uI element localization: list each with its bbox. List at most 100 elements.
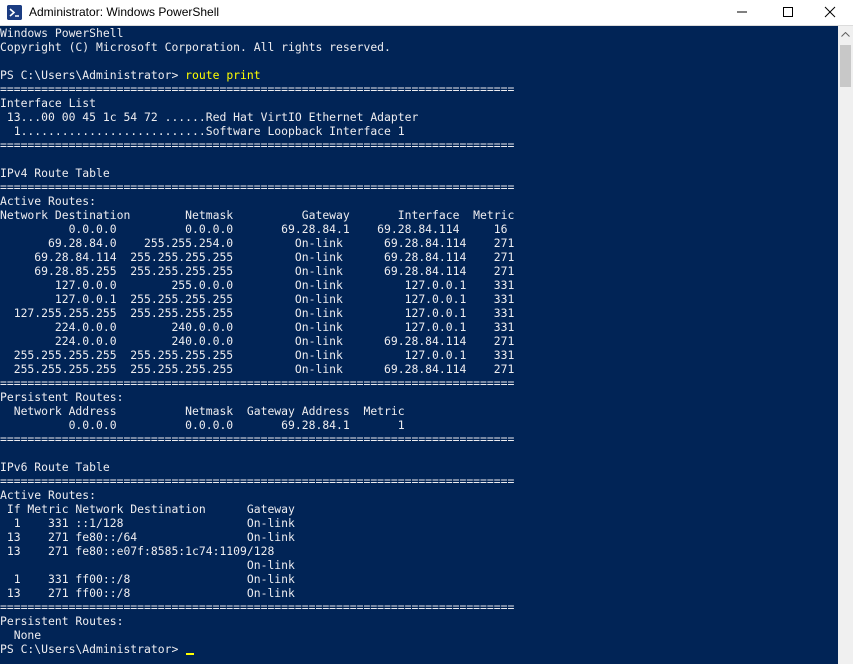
console-line: 13 271 fe80::/64 On-link — [0, 530, 838, 544]
console-text: Network Destination Netmask Gateway Inte… — [0, 208, 515, 222]
console-text: 224.0.0.0 240.0.0.0 On-link 69.28.84.114… — [0, 334, 515, 348]
console-text: Persistent Routes: — [0, 390, 124, 404]
console-text: 255.255.255.255 255.255.255.255 On-link … — [0, 348, 515, 362]
console-line: 13 271 fe80::e07f:8585:1c74:1109/128 — [0, 544, 838, 558]
console-line: None — [0, 628, 838, 642]
console-line: ========================================… — [0, 82, 838, 96]
console-text: If Metric Network Destination Gateway — [0, 502, 295, 516]
console-text: 69.28.84.0 255.255.254.0 On-link 69.28.8… — [0, 236, 515, 250]
console-line: 255.255.255.255 255.255.255.255 On-link … — [0, 348, 838, 362]
console-line: ========================================… — [0, 376, 838, 390]
console-line: Interface List — [0, 96, 838, 110]
console-line: ========================================… — [0, 474, 838, 488]
console-text: 127.0.0.0 255.0.0.0 On-link 127.0.0.1 33… — [0, 278, 515, 292]
command-text: route print — [185, 68, 261, 82]
chevron-up-icon — [841, 32, 850, 37]
console-line: Active Routes: — [0, 488, 838, 502]
console-line: ========================================… — [0, 432, 838, 446]
console-text: 127.0.0.1 255.255.255.255 On-link 127.0.… — [0, 292, 515, 306]
console-line: 13 271 ff00::/8 On-link — [0, 586, 838, 600]
console-text: ========================================… — [0, 376, 515, 390]
powershell-icon — [7, 5, 22, 20]
console-text: ========================================… — [0, 474, 515, 488]
console-text: None — [0, 628, 42, 642]
console-text: 1 331 ff00::/8 On-link — [0, 572, 295, 586]
minimize-icon — [737, 11, 747, 13]
console-text: IPv4 Route Table — [0, 166, 110, 180]
console-text: Active Routes: — [0, 194, 97, 208]
console-line: PS C:\Users\Administrator> — [0, 642, 838, 656]
console-text: IPv6 Route Table — [0, 460, 110, 474]
window-title: Administrator: Windows PowerShell — [29, 5, 220, 19]
console-line: 127.0.0.0 255.0.0.0 On-link 127.0.0.1 33… — [0, 278, 838, 292]
title-bar[interactable]: Administrator: Windows PowerShell — [0, 0, 853, 26]
console-line: IPv4 Route Table — [0, 166, 838, 180]
console-line: Active Routes: — [0, 194, 838, 208]
console-text: Copyright (C) Microsoft Corporation. All… — [0, 40, 391, 54]
console-text: On-link — [0, 558, 295, 572]
console-line: 13...00 00 45 1c 54 72 ......Red Hat Vir… — [0, 110, 838, 124]
maximize-icon — [783, 7, 793, 17]
console-line: Copyright (C) Microsoft Corporation. All… — [0, 40, 838, 54]
console-line: 255.255.255.255 255.255.255.255 On-link … — [0, 362, 838, 376]
console-text: 0.0.0.0 0.0.0.0 69.28.84.1 1 — [0, 418, 405, 432]
console-line: IPv6 Route Table — [0, 460, 838, 474]
console-text: Interface List — [0, 96, 97, 110]
console-line: Persistent Routes: — [0, 614, 838, 628]
console-line: Persistent Routes: — [0, 390, 838, 404]
console-line: 1 331 ff00::/8 On-link — [0, 572, 838, 586]
console-text: 1 331 ::1/128 On-link — [0, 516, 295, 530]
console-text: ========================================… — [0, 138, 515, 152]
console-line: PS C:\Users\Administrator> route print — [0, 68, 838, 82]
console-text: Persistent Routes: — [0, 614, 124, 628]
console-text: ========================================… — [0, 82, 515, 96]
close-button[interactable] — [807, 0, 853, 25]
console-line: 127.255.255.255 255.255.255.255 On-link … — [0, 306, 838, 320]
prompt-text: PS C:\Users\Administrator> — [0, 642, 186, 656]
console-line: 224.0.0.0 240.0.0.0 On-link 69.28.84.114… — [0, 334, 838, 348]
console-text: 0.0.0.0 0.0.0.0 69.28.84.1 69.28.84.114 … — [0, 222, 508, 236]
console-line: On-link — [0, 558, 838, 572]
console-line: Network Destination Netmask Gateway Inte… — [0, 208, 838, 222]
console-text: 13 271 fe80::e07f:8585:1c74:1109/128 — [0, 544, 275, 558]
console-text: 69.28.85.255 255.255.255.255 On-link 69.… — [0, 264, 515, 278]
console-line: Windows PowerShell — [0, 26, 838, 40]
maximize-button[interactable] — [765, 0, 811, 25]
console-line: 69.28.84.114 255.255.255.255 On-link 69.… — [0, 250, 838, 264]
console-line: ========================================… — [0, 600, 838, 614]
console-text: 224.0.0.0 240.0.0.0 On-link 127.0.0.1 33… — [0, 320, 515, 334]
close-icon — [824, 6, 836, 18]
console-line: 1...........................Software Loo… — [0, 124, 838, 138]
console-text: Windows PowerShell — [0, 26, 124, 40]
console-line: 127.0.0.1 255.255.255.255 On-link 127.0.… — [0, 292, 838, 306]
console-line: ========================================… — [0, 138, 838, 152]
console-line: 69.28.85.255 255.255.255.255 On-link 69.… — [0, 264, 838, 278]
console-line: 69.28.84.0 255.255.254.0 On-link 69.28.8… — [0, 236, 838, 250]
prompt-text: PS C:\Users\Administrator> — [0, 68, 186, 82]
console-line: 224.0.0.0 240.0.0.0 On-link 127.0.0.1 33… — [0, 320, 838, 334]
console-text: 13 271 ff00::/8 On-link — [0, 586, 295, 600]
console-text: Active Routes: — [0, 488, 97, 502]
console-line: ========================================… — [0, 180, 838, 194]
text-cursor — [186, 653, 195, 655]
console-text: 69.28.84.114 255.255.255.255 On-link 69.… — [0, 250, 515, 264]
scrollbar-thumb[interactable] — [840, 45, 851, 87]
console-text: 13 271 fe80::/64 On-link — [0, 530, 295, 544]
console-line: If Metric Network Destination Gateway — [0, 502, 838, 516]
console-text: 255.255.255.255 255.255.255.255 On-link … — [0, 362, 515, 376]
console-line: 0.0.0.0 0.0.0.0 69.28.84.1 1 — [0, 418, 838, 432]
console-text: 13...00 00 45 1c 54 72 ......Red Hat Vir… — [0, 110, 419, 124]
console-line: 0.0.0.0 0.0.0.0 69.28.84.1 69.28.84.114 … — [0, 222, 838, 236]
console-text: ========================================… — [0, 432, 515, 446]
console-text: ========================================… — [0, 600, 515, 614]
scroll-up-button[interactable] — [838, 26, 853, 43]
console-output[interactable]: Windows PowerShell Copyright (C) Microsof… — [0, 26, 838, 664]
console-line: 1 331 ::1/128 On-link — [0, 516, 838, 530]
console-text: 127.255.255.255 255.255.255.255 On-link … — [0, 306, 515, 320]
minimize-button[interactable] — [719, 0, 765, 25]
vertical-scrollbar[interactable] — [838, 26, 853, 664]
console-text: Network Address Netmask Gateway Address … — [0, 404, 405, 418]
